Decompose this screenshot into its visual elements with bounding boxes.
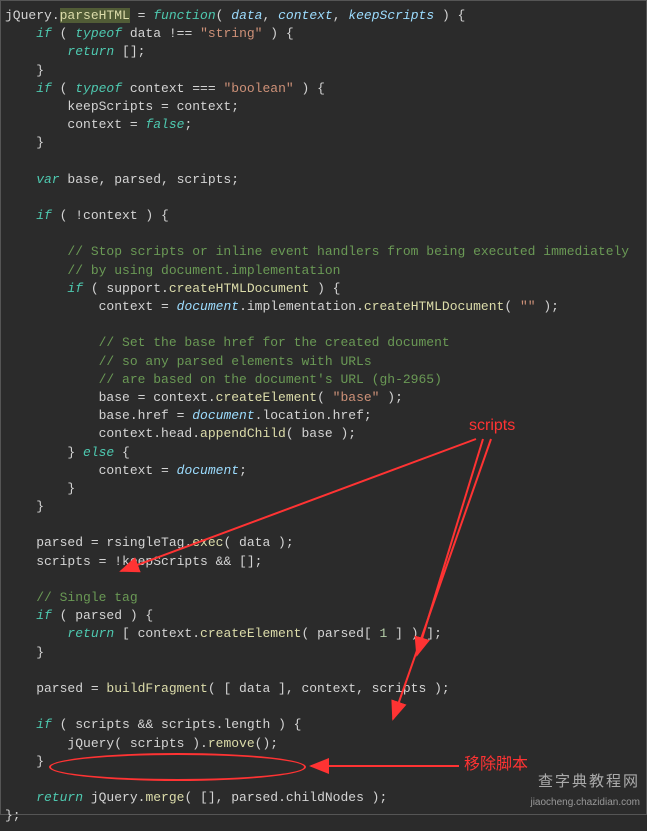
- code-editor[interactable]: jQuery.parseHTML = function( data, conte…: [1, 1, 646, 831]
- code-block: jQuery.parseHTML = function( data, conte…: [5, 7, 642, 825]
